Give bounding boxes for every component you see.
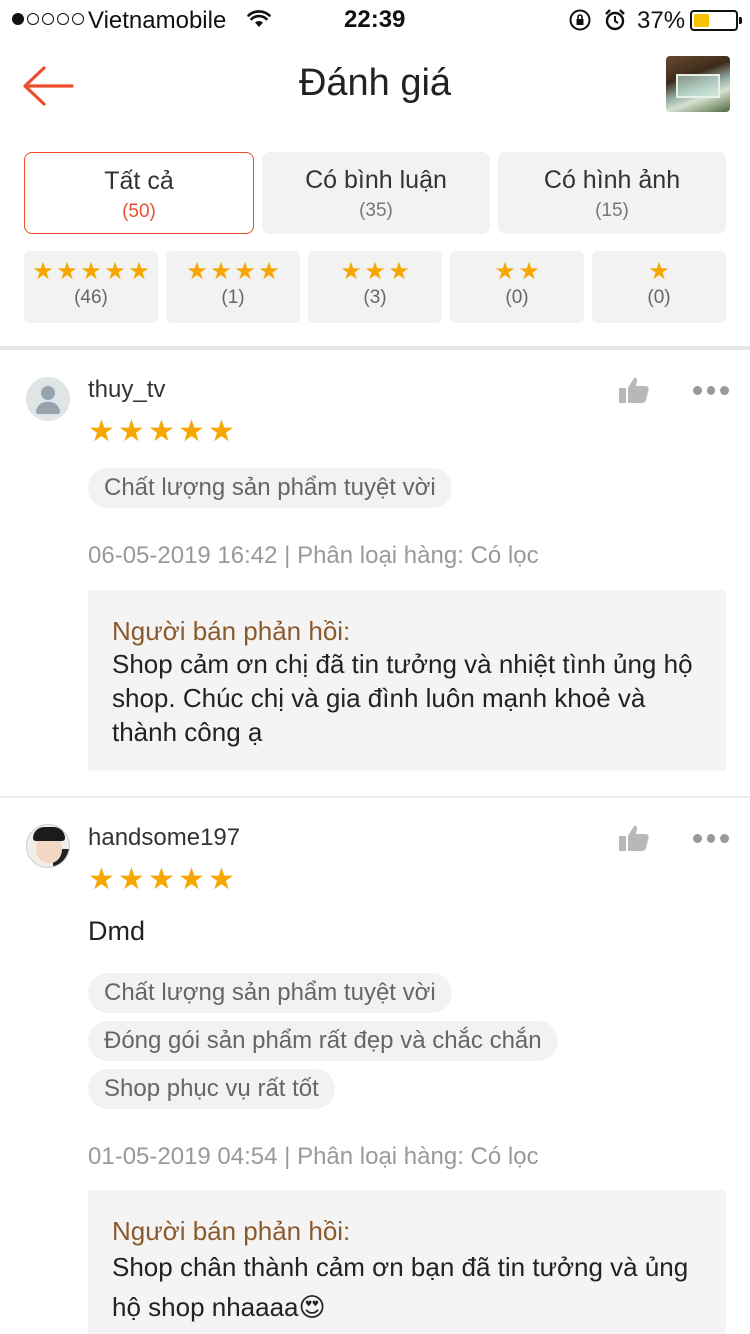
more-options-icon[interactable] [693,834,730,844]
filter-4-stars[interactable]: ★ ★ ★ ★ (1) [166,251,300,323]
seller-reply-text: Shop chân thành cảm ơn bạn đã tin tưởng … [112,1252,689,1322]
status-bar: Vietnamobile 22:39 37% [0,0,750,40]
filter-3-stars[interactable]: ★ ★ ★ (3) [308,251,442,323]
star-icon: ★ [178,415,205,448]
star-rating: ★ ★ ★ ★ ★ [24,258,158,285]
star-icon: ★ [118,415,145,448]
page-title: Đánh giá [298,62,452,104]
tab-with-comments[interactable]: Có bình luận (35) [262,152,490,234]
star-icon: ★ [364,258,386,285]
star-rating: ★ ★ ★ ★ [166,258,300,285]
star-icon: ★ [118,863,145,896]
star-rating: ★ ★ [450,258,584,285]
review-tag: Chất lượng sản phẩm tuyệt vời [88,468,452,508]
star-icon: ★ [56,258,78,285]
star-icon: ★ [210,258,232,285]
carrier-name: Vietnamobile [88,7,227,34]
seller-reply-text: Shop cảm ơn chị đã tin tưởng và nhiệt tì… [112,649,693,747]
star-icon: ★ [80,258,102,285]
header-bar: Đánh giá [0,40,750,128]
thumbs-up-icon[interactable] [618,376,650,404]
star-icon: ★ [186,258,208,285]
filter-5-stars[interactable]: ★ ★ ★ ★ ★ (46) [24,251,158,323]
star-icon: ★ [128,258,150,285]
review-rating: ★ ★ ★ ★ ★ [88,863,236,896]
star-icon: ★ [32,258,54,285]
star-icon: ★ [494,258,516,285]
star-icon: ★ [340,258,362,285]
alarm-clock-icon [605,9,625,31]
battery-icon [690,10,742,31]
review-rating: ★ ★ ★ ★ ★ [88,415,236,448]
star-icon: ★ [234,258,256,285]
star-icon: ★ [388,258,410,285]
review-meta: 01-05-2019 04:54 | Phân loại hàng: Có lọ… [88,1143,539,1170]
product-thumbnail[interactable] [666,56,730,112]
star-rating: ★ [592,258,726,285]
star-icon: ★ [178,863,205,896]
seller-reply-title: Người bán phản hồi: [112,616,351,646]
star-icon: ★ [148,415,175,448]
tab-label: Có hình ảnh [543,166,681,194]
tab-count: (35) [359,200,393,221]
star-rating: ★ ★ ★ [308,258,442,285]
seller-reply: Người bán phản hồi: Shop cảm ơn chị đã t… [88,590,726,771]
avatar[interactable] [26,377,70,421]
more-options-icon[interactable] [693,386,730,396]
star-icon: ★ [104,258,126,285]
tab-count: (15) [595,200,629,221]
star-icon: ★ [208,415,235,448]
tab-all[interactable]: Tất cả (50) [24,152,254,234]
star-icon: ★ [518,258,540,285]
star-icon: ★ [208,863,235,896]
battery-percentage: 37% [637,7,686,34]
tab-label: Tất cả [104,167,174,195]
filter-count: (3) [363,287,387,308]
review-tag: Đóng gói sản phẩm rất đẹp và chắc chắn [88,1021,558,1061]
wifi-icon [247,10,271,27]
clock: 22:39 [344,6,406,33]
star-icon: ★ [148,863,175,896]
reviewer-name[interactable]: thuy_tv [88,376,165,404]
star-icon: ★ [88,415,115,448]
seller-reply: Người bán phản hồi: Shop chân thành cảm … [88,1190,726,1334]
review-comment: Dmd [88,916,146,946]
review-item: thuy_tv ★ ★ ★ ★ ★ Chất lượng sản phẩm tuyệt … [0,350,750,796]
rotation-lock-icon [569,9,591,31]
thumbs-up-icon[interactable] [618,824,650,852]
review-meta: 06-05-2019 16:42 | Phân loại hàng: Có lọ… [88,542,539,569]
review-tag: Shop phục vụ rất tốt [88,1069,335,1109]
avatar[interactable] [26,824,70,868]
filter-2-stars[interactable]: ★ ★ (0) [450,251,584,323]
tab-count: (50) [122,201,156,222]
battery-level-fill [694,14,709,27]
filter-count: (0) [647,287,671,308]
review-tag: Chất lượng sản phẩm tuyệt vời [88,973,452,1013]
signal-strength-icon [12,13,84,25]
tab-with-images[interactable]: Có hình ảnh (15) [498,152,726,234]
review-filter-panel: Tất cả (50) Có bình luận (35) Có hình ản… [0,128,750,348]
star-icon: ★ [258,258,280,285]
star-icon: ★ [88,863,115,896]
filter-count: (0) [505,287,529,308]
filter-count: (1) [221,287,245,308]
review-item: handsome197 ★ ★ ★ ★ ★ Dmd Chất lượng sản phẩ… [0,798,750,1334]
filter-1-star[interactable]: ★ (0) [592,251,726,323]
tab-label: Có bình luận [305,166,447,194]
seller-reply-title: Người bán phản hồi: [112,1216,351,1246]
reviewer-name[interactable]: handsome197 [88,824,240,852]
filter-count: (46) [74,287,108,308]
star-icon: ★ [648,258,670,285]
